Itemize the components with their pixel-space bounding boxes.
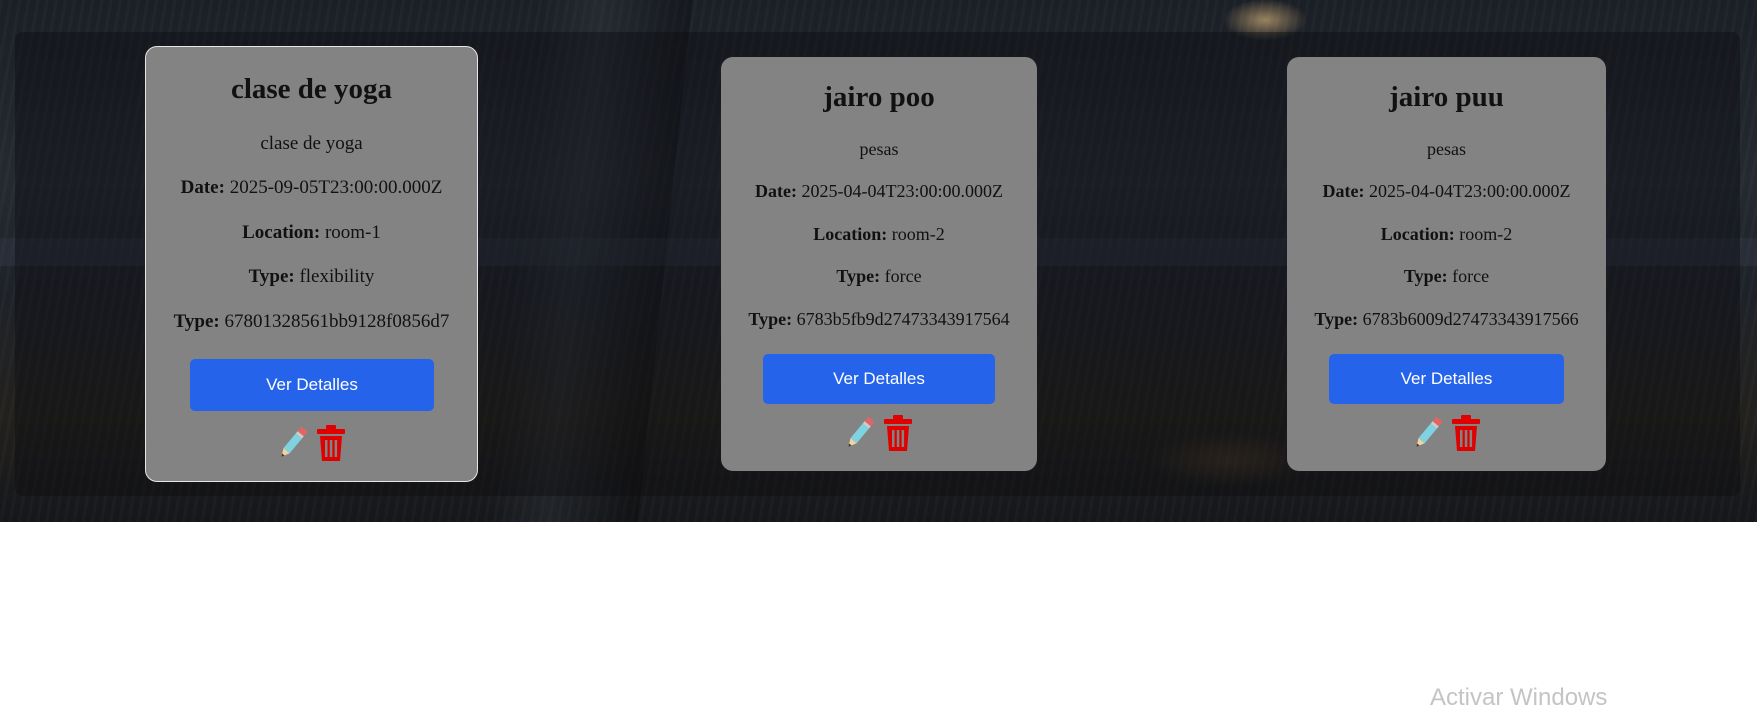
date-label: Date: <box>1322 181 1365 201</box>
card-actions <box>146 423 477 463</box>
card-actions <box>721 413 1037 453</box>
view-details-button[interactable]: Ver Detalles <box>763 354 995 404</box>
pencil-icon[interactable] <box>1411 413 1445 453</box>
class-id: Type: 6783b5fb9d27473343917564 <box>721 309 1037 330</box>
class-title: jairo poo <box>823 81 935 113</box>
date-value: 2025-04-04T23:00:00.000Z <box>801 181 1003 201</box>
trash-icon[interactable] <box>881 413 915 453</box>
pencil-icon[interactable] <box>276 423 310 463</box>
class-type: Type: flexibility <box>146 266 477 288</box>
windows-activation-watermark: Activar Windows <box>1430 684 1608 711</box>
class-location: Location: room-2 <box>721 224 1037 245</box>
class-date: Date: 2025-04-04T23:00:00.000Z <box>1287 181 1606 202</box>
class-title: clase de yoga <box>230 73 393 105</box>
type-label: Type: <box>248 266 295 287</box>
type-label: Type: <box>1403 266 1448 286</box>
id-label: Type: <box>748 309 793 329</box>
class-id: Type: 67801328561bb9128f0856d7 <box>146 311 477 333</box>
trash-icon[interactable] <box>314 423 348 463</box>
class-title: jairo puu <box>1389 81 1504 113</box>
date-label: Date: <box>180 177 225 198</box>
class-description: clase de yoga <box>260 133 363 154</box>
class-description: pesas <box>1427 139 1466 159</box>
type-value: force <box>884 266 922 286</box>
id-value: 6783b6009d27473343917566 <box>1362 309 1579 329</box>
class-card: jairo puu pesas Date: 2025-04-04T23:00:0… <box>1287 57 1606 471</box>
location-label: Location: <box>1380 224 1455 244</box>
class-date: Date: 2025-04-04T23:00:00.000Z <box>721 181 1037 202</box>
trash-icon[interactable] <box>1449 413 1483 453</box>
view-details-button[interactable]: Ver Detalles <box>1329 354 1564 404</box>
card-actions <box>1287 413 1606 453</box>
class-date: Date: 2025-09-05T23:00:00.000Z <box>146 177 477 199</box>
id-label: Type: <box>1314 309 1359 329</box>
type-label: Type: <box>836 266 881 286</box>
pencil-icon[interactable] <box>843 413 877 453</box>
location-value: room-2 <box>891 224 945 244</box>
date-label: Date: <box>755 181 797 201</box>
class-card: jairo poo pesas Date: 2025-04-04T23:00:0… <box>721 57 1037 471</box>
class-id: Type: 6783b6009d27473343917566 <box>1287 309 1606 330</box>
date-value: 2025-09-05T23:00:00.000Z <box>229 177 443 198</box>
class-description: pesas <box>859 139 899 159</box>
class-type: Type: force <box>1287 266 1606 287</box>
id-value: 67801328561bb9128f0856d7 <box>224 311 450 332</box>
id-label: Type: <box>173 311 220 332</box>
class-location: Location: room-1 <box>146 222 477 244</box>
location-value: room-2 <box>1459 224 1513 244</box>
type-value: force <box>1452 266 1490 286</box>
location-label: Location: <box>242 222 321 243</box>
view-details-button[interactable]: Ver Detalles <box>190 359 434 411</box>
type-value: flexibility <box>299 266 375 287</box>
id-value: 6783b5fb9d27473343917564 <box>796 309 1010 329</box>
class-type: Type: force <box>721 266 1037 287</box>
class-card: clase de yoga clase de yoga Date: 2025-0… <box>145 46 478 482</box>
class-location: Location: room-2 <box>1287 224 1606 245</box>
date-value: 2025-04-04T23:00:00.000Z <box>1369 181 1571 201</box>
location-value: room-1 <box>324 222 381 243</box>
location-label: Location: <box>813 224 888 244</box>
